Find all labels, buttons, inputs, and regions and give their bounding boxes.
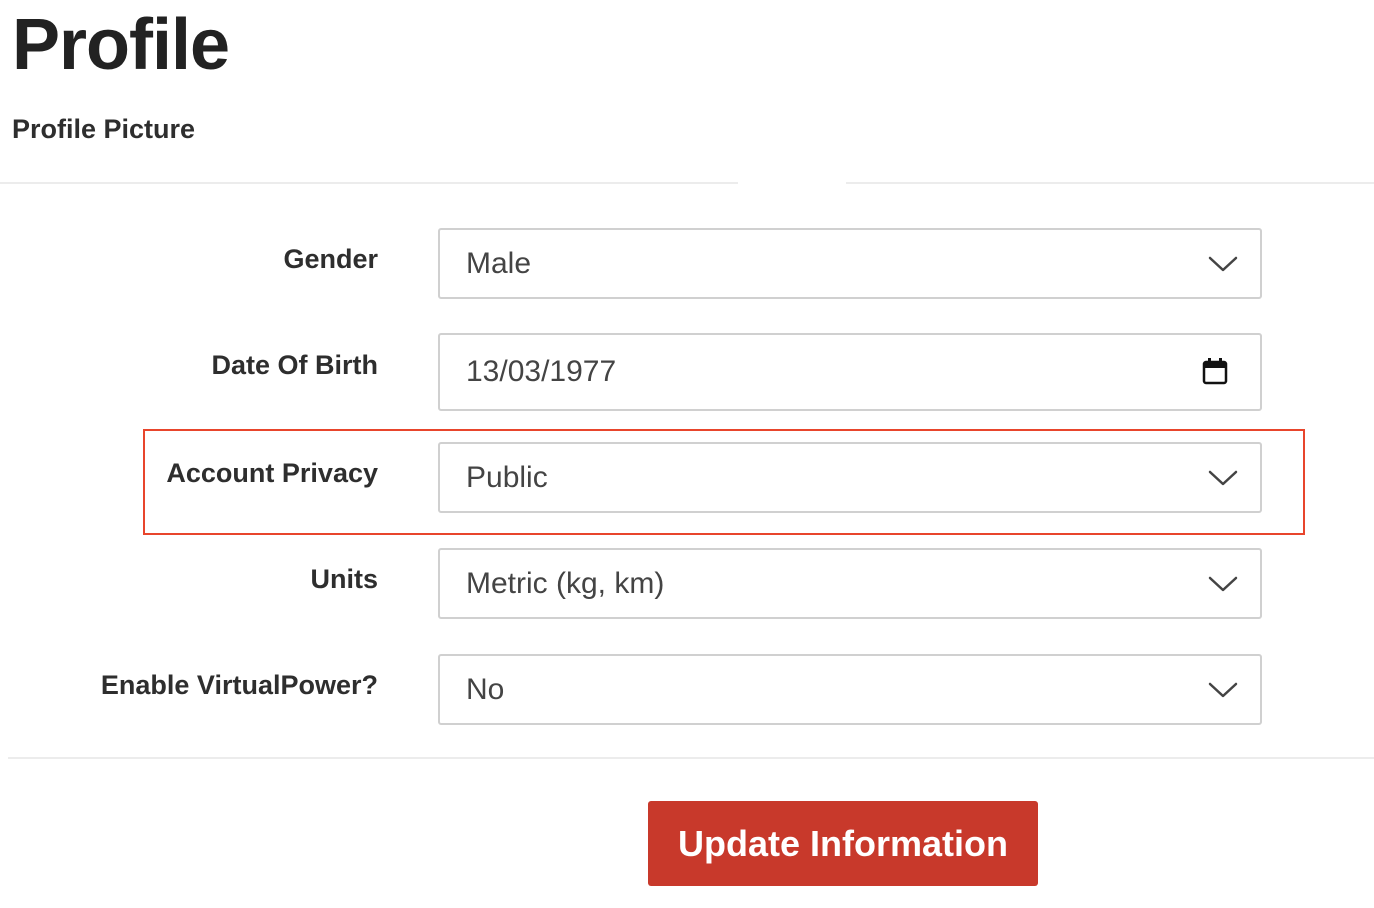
- chevron-down-icon: [1208, 470, 1238, 485]
- chevron-down-icon: [1208, 682, 1238, 697]
- gender-label: Gender: [283, 244, 378, 274]
- account-privacy-label: Account Privacy: [166, 458, 378, 488]
- profile-picture-heading: Profile Picture: [12, 114, 196, 144]
- date-of-birth-label: Date Of Birth: [211, 350, 378, 380]
- update-information-button[interactable]: Update Information: [648, 801, 1038, 886]
- virtual-power-label: Enable VirtualPower?: [100, 670, 378, 700]
- units-value: Metric (kg, km): [466, 566, 665, 600]
- calendar-icon[interactable]: [1202, 357, 1228, 385]
- divider-top-right: [846, 182, 1374, 184]
- account-privacy-value: Public: [466, 460, 548, 494]
- date-of-birth-input[interactable]: 13/03/1977: [438, 333, 1262, 411]
- virtual-power-select[interactable]: No: [438, 654, 1262, 725]
- page-title: Profile: [12, 5, 230, 85]
- chevron-down-icon: [1208, 256, 1238, 271]
- units-label: Units: [310, 564, 379, 594]
- units-select[interactable]: Metric (kg, km): [438, 548, 1262, 619]
- date-of-birth-value: 13/03/1977: [466, 355, 617, 388]
- account-privacy-select[interactable]: Public: [438, 442, 1262, 513]
- divider-top-left: [0, 182, 738, 184]
- gender-value: Male: [466, 246, 532, 280]
- chevron-down-icon: [1208, 576, 1238, 591]
- gender-select[interactable]: Male: [438, 228, 1262, 299]
- virtual-power-value: No: [466, 672, 505, 706]
- divider-bottom: [8, 757, 1374, 759]
